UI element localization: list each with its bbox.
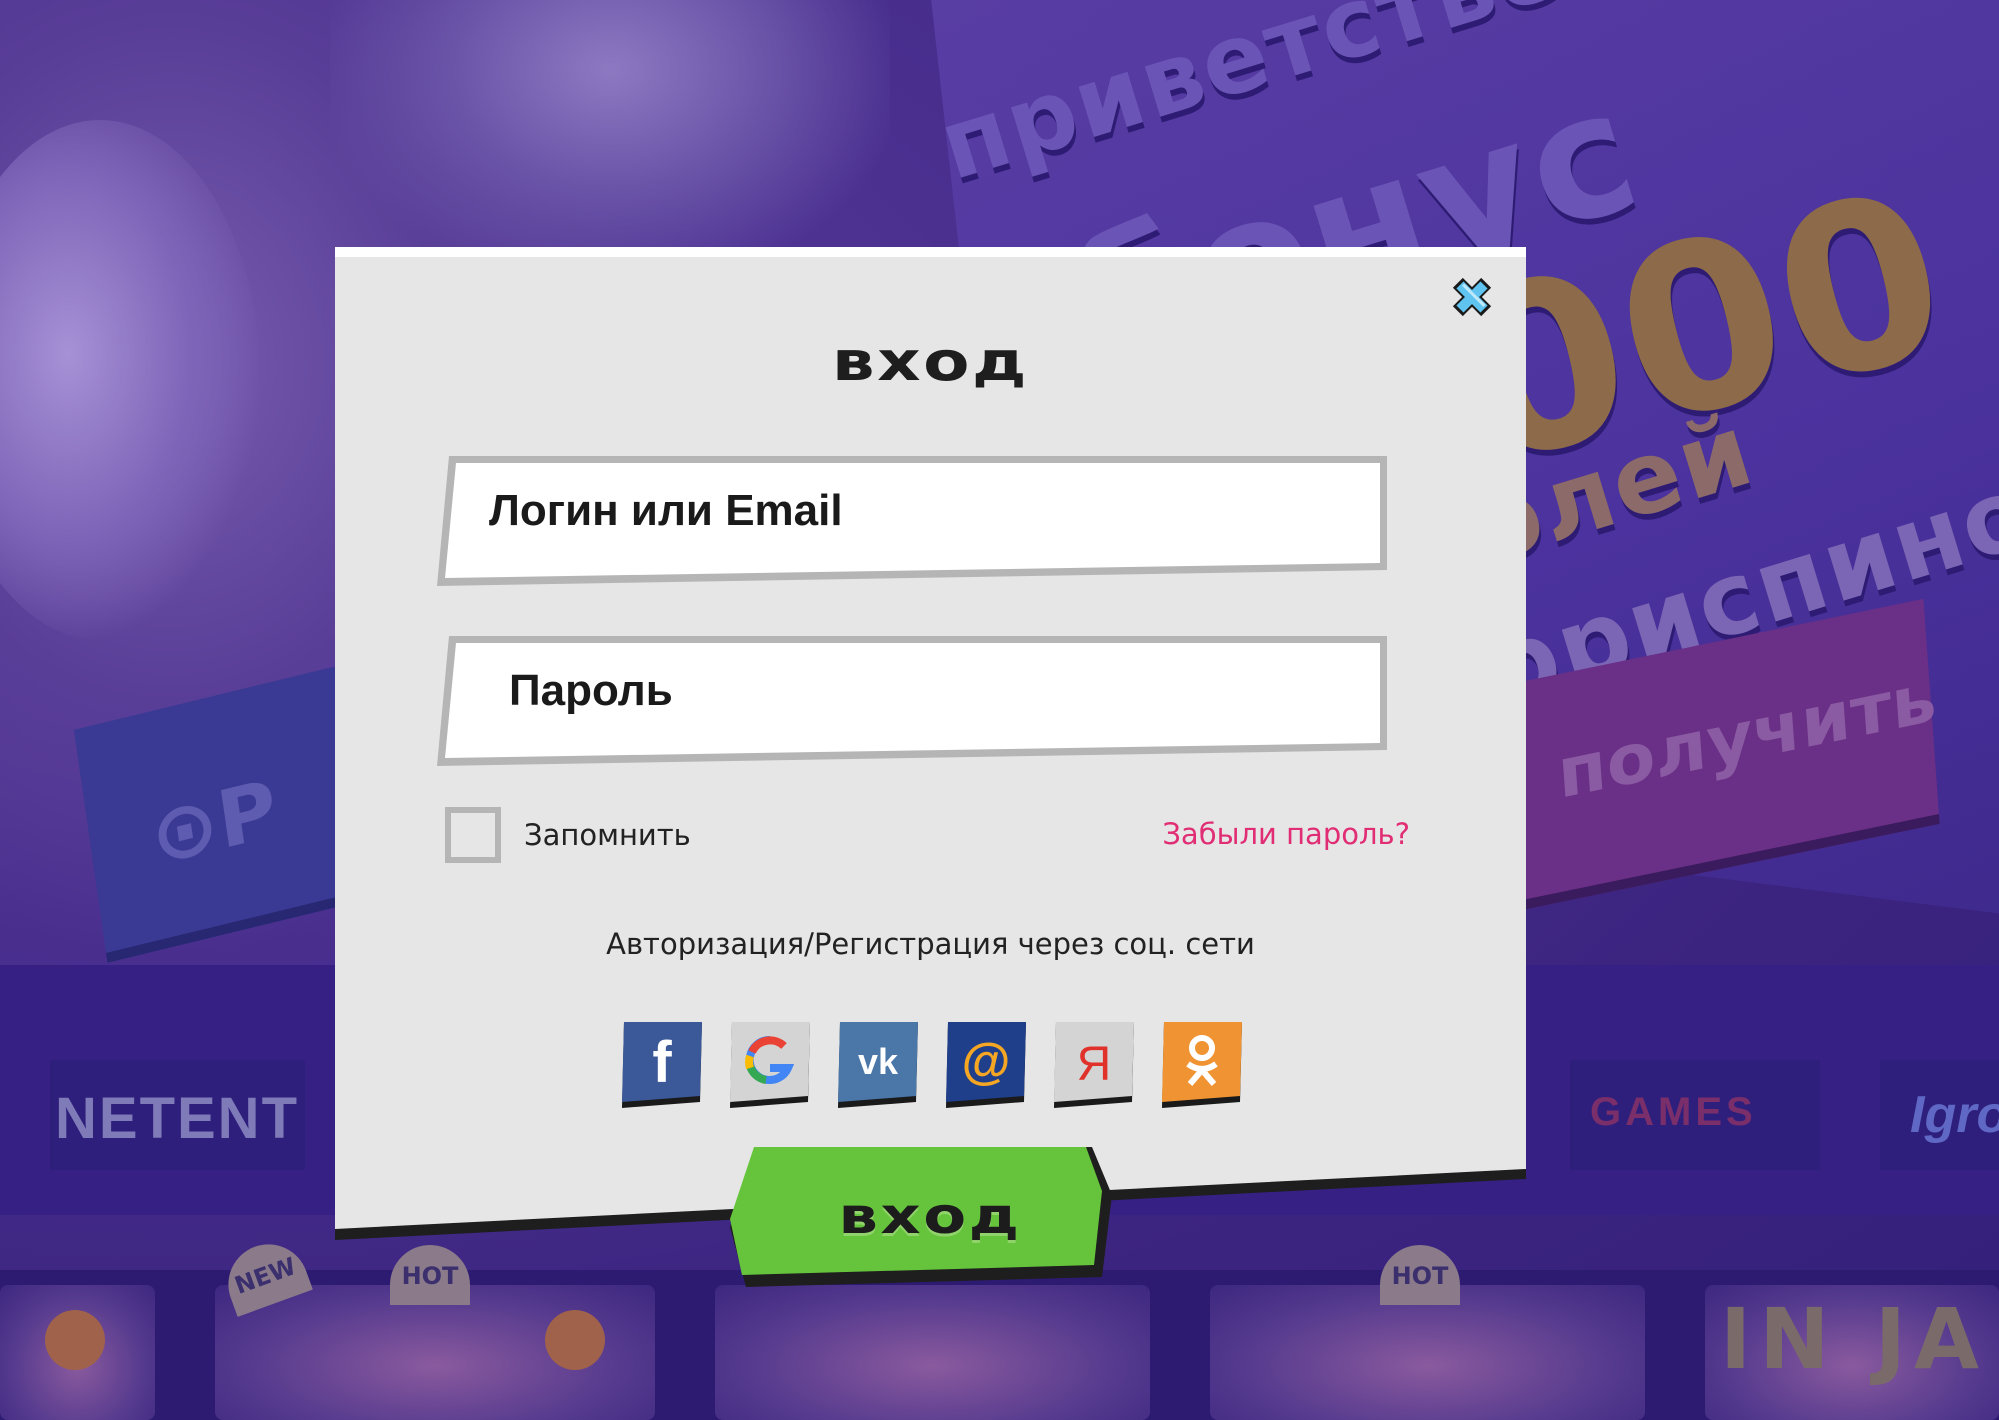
pumpkin-icon bbox=[45, 1310, 105, 1370]
badge-hot: HOT bbox=[1380, 1245, 1460, 1305]
game-tile bbox=[1210, 1285, 1645, 1420]
close-button[interactable] bbox=[1450, 275, 1492, 317]
mailru-button[interactable]: @ bbox=[946, 1022, 1026, 1110]
odnoklassniki-icon bbox=[1162, 1022, 1242, 1108]
game-title-injam: IN JA bbox=[1720, 1290, 1988, 1388]
remember-me[interactable]: Запомнить bbox=[445, 802, 691, 868]
mailru-icon: @ bbox=[946, 1022, 1026, 1108]
close-icon bbox=[1452, 277, 1492, 317]
svg-text:vk: vk bbox=[858, 1041, 899, 1082]
password-placeholder: Пароль bbox=[509, 666, 673, 715]
facebook-icon: f bbox=[622, 1022, 702, 1108]
forgot-password-link[interactable]: Забыли пароль? bbox=[1162, 817, 1410, 851]
google-icon bbox=[730, 1022, 810, 1108]
svg-text:f: f bbox=[652, 1030, 672, 1095]
svg-text:@: @ bbox=[962, 1033, 1011, 1089]
google-button[interactable] bbox=[730, 1022, 810, 1110]
remember-checkbox[interactable] bbox=[445, 807, 501, 863]
login-placeholder: Логин или Email bbox=[489, 486, 843, 535]
svg-text:Я: Я bbox=[1077, 1038, 1112, 1091]
modal-title: вход bbox=[831, 330, 1030, 393]
social-buttons: f vk @ Я bbox=[622, 1022, 1242, 1110]
game-tile bbox=[715, 1285, 1150, 1420]
social-caption: Авторизация/Регистрация через соц. сети bbox=[606, 927, 1255, 961]
password-field[interactable]: Пароль bbox=[435, 632, 1725, 772]
odnoklassniki-button[interactable] bbox=[1162, 1022, 1242, 1110]
login-submit-button[interactable]: вход bbox=[730, 1147, 1130, 1287]
yandex-button[interactable]: Я bbox=[1054, 1022, 1134, 1110]
login-field[interactable]: Логин или Email bbox=[435, 452, 1725, 592]
provider-banner-logo-icon: ⊙P bbox=[144, 762, 283, 884]
vk-button[interactable]: vk bbox=[838, 1022, 918, 1110]
provider-igro: Igro bbox=[1910, 1086, 1999, 1144]
login-button-label: вход bbox=[838, 1187, 1022, 1245]
vk-icon: vk bbox=[838, 1022, 918, 1108]
yandex-icon: Я bbox=[1054, 1022, 1134, 1108]
remember-label: Запомнить bbox=[524, 818, 691, 852]
provider-netent: NETENT bbox=[55, 1086, 299, 1151]
login-modal: вход Логин или Email Пароль Запомнить За… bbox=[335, 247, 1526, 1287]
hero-art-characters bbox=[330, 0, 890, 280]
badge-hot: HOT bbox=[390, 1245, 470, 1305]
pumpkin-icon bbox=[545, 1310, 605, 1370]
provider-games: GAMES bbox=[1590, 1090, 1757, 1134]
facebook-button[interactable]: f bbox=[622, 1022, 702, 1110]
